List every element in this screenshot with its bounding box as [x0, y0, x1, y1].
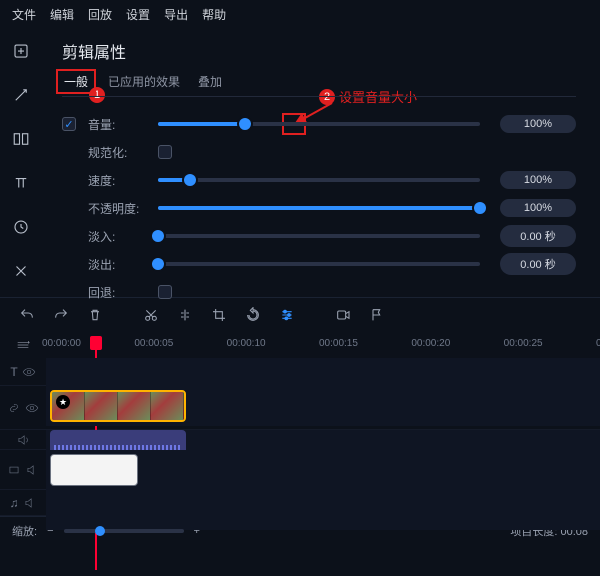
opacity-value: 100% [500, 199, 576, 217]
clip-properties-panel: 剪辑属性 1 2 设置音量大小 一般 已应用的效果 叠加 音量: 100% [42, 29, 600, 297]
speaker-icon[interactable] [25, 463, 39, 477]
redo-icon[interactable] [52, 306, 70, 324]
undo-icon[interactable] [18, 306, 36, 324]
ruler-tick: 00:00:20 [411, 338, 450, 349]
tool-time-icon[interactable] [7, 213, 35, 241]
volume-value: 100% [500, 115, 576, 133]
row-opacity: 不透明度: 100% [62, 195, 576, 221]
panel-title: 剪辑属性 [62, 39, 576, 63]
menu-bar: 文件 编辑 回放 设置 导出 帮助 [0, 0, 600, 29]
speed-value: 100% [500, 171, 576, 189]
reverse-checkbox[interactable] [158, 285, 172, 299]
tool-transition-icon[interactable] [7, 125, 35, 153]
opacity-label: 不透明度: [88, 200, 158, 217]
property-tabs: 一般 已应用的效果 叠加 [62, 73, 576, 97]
overlay-track-icon [7, 463, 21, 477]
video-clip[interactable]: ★ [50, 390, 186, 422]
ruler-tick: 00:00:10 [227, 338, 266, 349]
add-track-icon[interactable] [0, 337, 46, 353]
row-speed: 速度: 100% [62, 167, 576, 193]
track-video: ★ [0, 386, 600, 430]
ruler-tick: 00:00:30 [596, 338, 600, 349]
marker-icon[interactable] [368, 306, 386, 324]
row-fadein: 淡入: 0.00 秒 [62, 223, 576, 249]
reverse-label: 回退: [88, 284, 158, 301]
playhead[interactable] [90, 336, 102, 350]
ruler-tick: 00:00:25 [504, 338, 543, 349]
timeline-ruler[interactable]: 00:00:0000:00:0500:00:1000:00:1500:00:20… [46, 336, 600, 354]
volume-label: 音量: [88, 116, 158, 133]
fadeout-value: 0.00 秒 [500, 253, 576, 275]
visibility-icon[interactable] [22, 365, 36, 379]
track-text: T [0, 358, 600, 386]
tab-overlay[interactable]: 叠加 [198, 73, 222, 90]
crop-icon[interactable] [210, 306, 228, 324]
menu-settings[interactable]: 设置 [126, 6, 150, 23]
track-overlay [0, 450, 600, 490]
row-fadeout: 淡出: 0.00 秒 [62, 251, 576, 277]
menu-help[interactable]: 帮助 [202, 6, 226, 23]
track-music: ♫ [0, 490, 600, 516]
volume-checkbox[interactable] [62, 117, 76, 131]
fadein-slider[interactable] [158, 234, 480, 238]
timeline-tracks: T ★ ♫ [0, 358, 600, 516]
timeline-ruler-row: 00:00:00 00:00:05 00:00:10 00:00:15 00:00:20… [0, 332, 600, 358]
speaker-icon[interactable] [16, 433, 30, 447]
row-volume: 音量: 100% [62, 111, 576, 137]
menu-edit[interactable]: 编辑 [50, 6, 74, 23]
speed-slider[interactable] [158, 178, 480, 182]
adjust-icon[interactable] [278, 306, 296, 324]
star-icon: ★ [56, 395, 70, 409]
zoom-slider[interactable] [64, 529, 184, 533]
fadeout-label: 淡出: [88, 256, 158, 273]
opacity-slider[interactable] [158, 206, 480, 210]
link-icon[interactable] [7, 401, 21, 415]
split-icon[interactable] [176, 306, 194, 324]
delete-icon[interactable] [86, 306, 104, 324]
menu-file[interactable]: 文件 [12, 6, 36, 23]
normalize-label: 规范化: [88, 144, 158, 161]
music-track-icon: ♫ [10, 496, 19, 510]
tab-applied-effects[interactable]: 已应用的效果 [108, 73, 180, 90]
tool-settings-icon[interactable] [7, 257, 35, 285]
rotate-icon[interactable] [244, 306, 262, 324]
text-track-icon: T [10, 365, 17, 379]
tool-text-icon[interactable] [7, 169, 35, 197]
cut-icon[interactable] [142, 306, 160, 324]
ruler-tick: 00:00:00 [42, 338, 81, 349]
fadein-value: 0.00 秒 [500, 225, 576, 247]
fadein-label: 淡入: [88, 228, 158, 245]
row-reverse: 回退: [62, 279, 576, 305]
zoom-label: 缩放: [12, 523, 37, 539]
side-toolbar [0, 29, 42, 297]
tab-general[interactable]: 一般 [56, 69, 96, 94]
tool-add-icon[interactable] [7, 37, 35, 65]
fadeout-slider[interactable] [158, 262, 480, 266]
menu-play[interactable]: 回放 [88, 6, 112, 23]
menu-export[interactable]: 导出 [164, 6, 188, 23]
normalize-checkbox[interactable] [158, 145, 172, 159]
speed-label: 速度: [88, 172, 158, 189]
tool-wand-icon[interactable] [7, 81, 35, 109]
volume-slider[interactable] [158, 122, 480, 126]
speaker-icon[interactable] [23, 496, 37, 510]
row-normalize: 规范化: [62, 139, 576, 165]
overlay-clip[interactable] [50, 454, 138, 486]
visibility-icon[interactable] [25, 401, 39, 415]
ruler-tick: 00:00:05 [134, 338, 173, 349]
record-icon[interactable] [334, 306, 352, 324]
ruler-tick: 00:00:15 [319, 338, 358, 349]
track-audio-linked [0, 430, 600, 450]
